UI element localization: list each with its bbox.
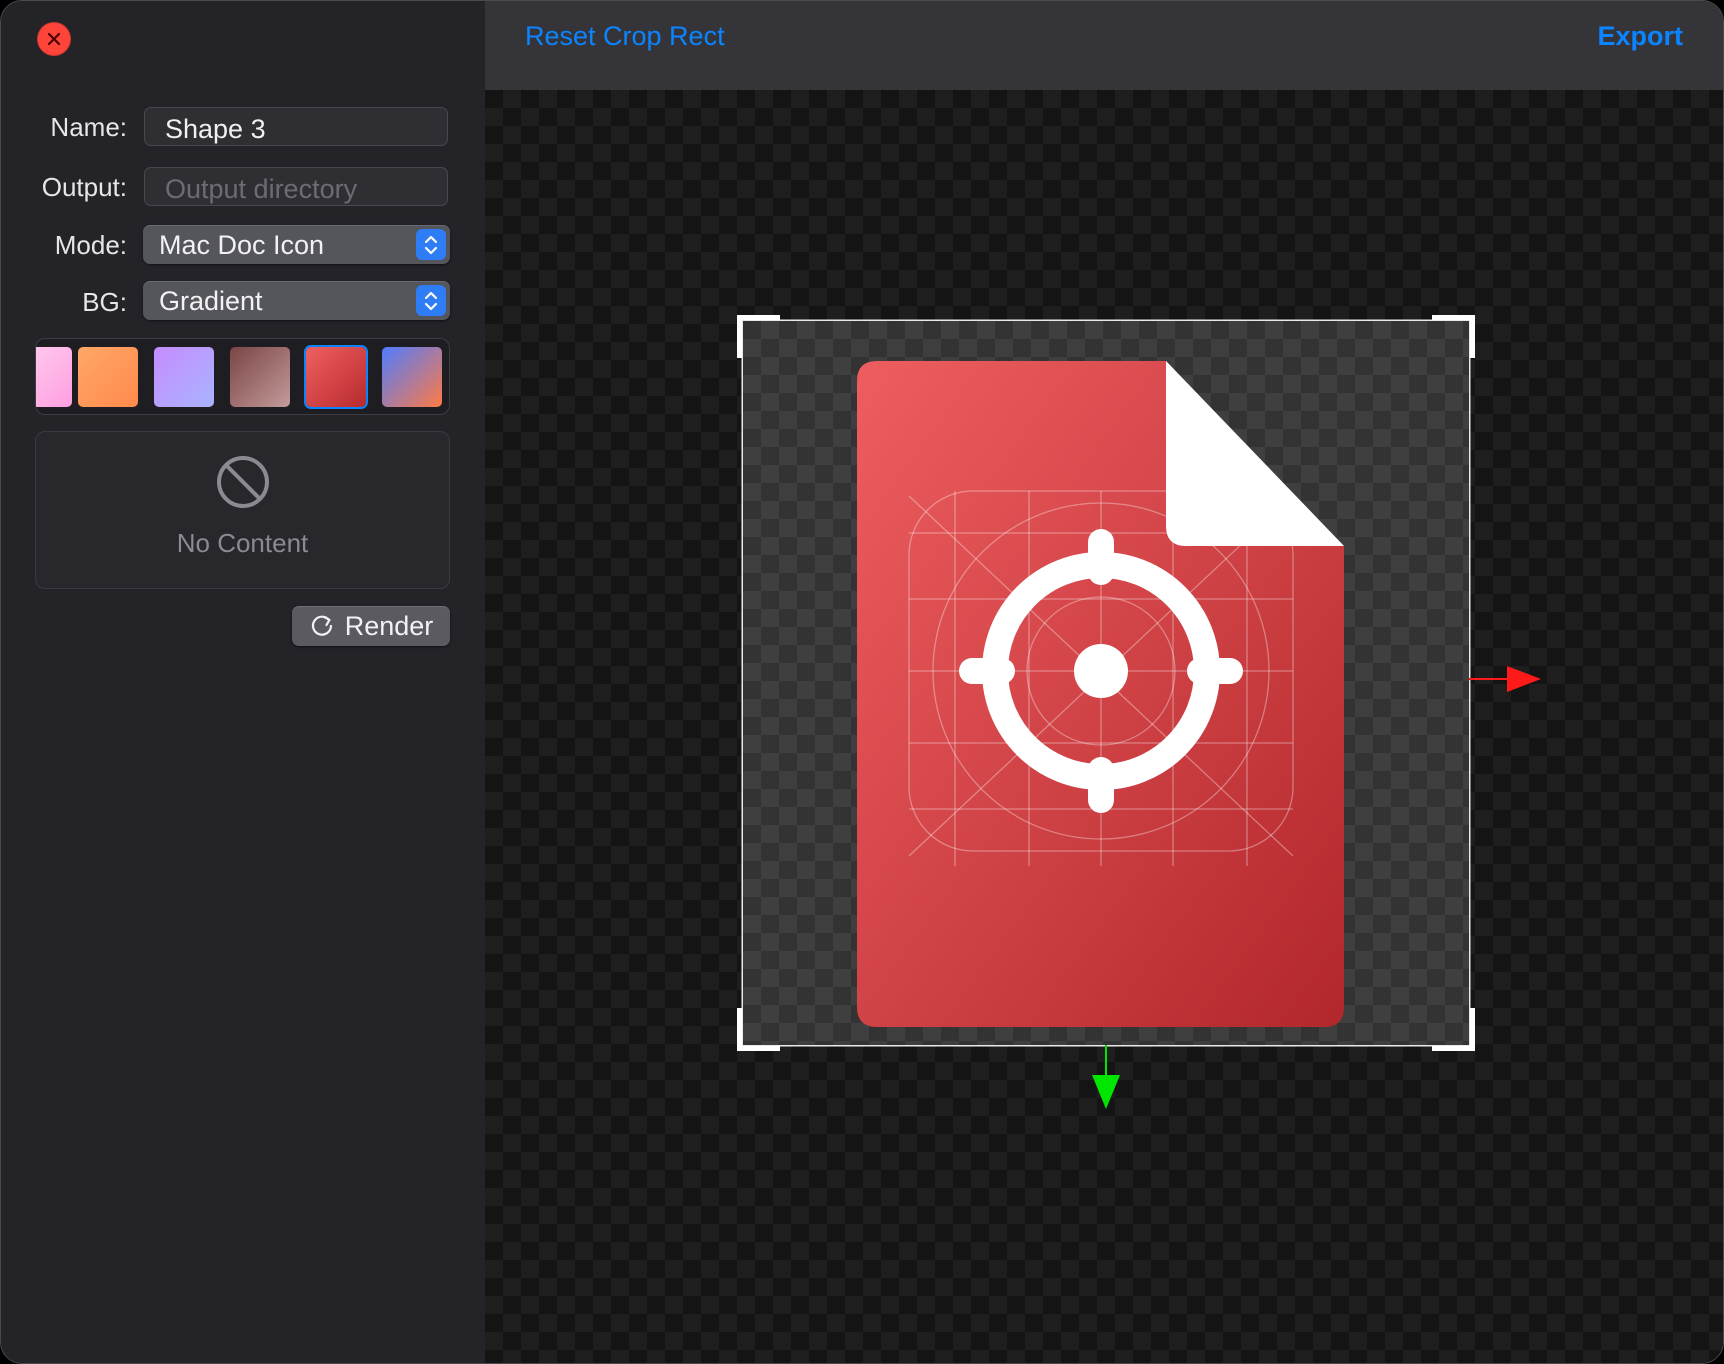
chevron-up-down-icon [424, 235, 438, 254]
crop-rect[interactable] [737, 315, 1475, 1051]
export-button[interactable]: Export [1597, 21, 1683, 52]
close-button[interactable] [37, 22, 71, 56]
bg-label: BG: [82, 287, 127, 317]
reset-crop-rect-button[interactable]: Reset Crop Rect [525, 21, 725, 52]
gradient-swatch-blue-orange[interactable] [382, 347, 442, 407]
bg-popup[interactable]: Gradient [143, 281, 450, 320]
toolbar: Reset Crop Rect Export [485, 1, 1723, 90]
mode-stepper [416, 229, 446, 260]
bg-stepper [416, 285, 446, 316]
close-icon [47, 32, 61, 46]
prohibited-icon [217, 456, 269, 508]
name-field[interactable] [144, 107, 448, 146]
bg-popup-value: Gradient [159, 286, 263, 316]
chevron-up-down-icon [424, 291, 438, 310]
x-axis-handle-arrow-icon[interactable] [1469, 664, 1549, 694]
gradient-swatch-lavender[interactable] [154, 347, 214, 407]
y-axis-handle-arrow-icon[interactable] [1088, 1045, 1124, 1117]
mode-label: Mode: [54, 230, 127, 260]
sidebar: Name: Output: Mode: Mac Doc Icon BG: Gra… [1, 1, 485, 1363]
gradient-swatch-pink[interactable] [36, 347, 72, 407]
gradient-swatch-red[interactable] [306, 347, 366, 407]
app-window: Name: Output: Mode: Mac Doc Icon BG: Gra… [0, 0, 1724, 1364]
mode-popup[interactable]: Mac Doc Icon [143, 225, 450, 264]
render-button[interactable]: Render [292, 606, 450, 646]
refresh-icon [311, 615, 332, 636]
gradient-swatch-orange[interactable] [78, 347, 138, 407]
preview-box: No Content [35, 431, 450, 589]
mode-popup-value: Mac Doc Icon [159, 230, 325, 260]
canvas[interactable] [485, 90, 1723, 1363]
render-button-label: Render [344, 610, 434, 641]
gradient-swatch-mauve[interactable] [230, 347, 290, 407]
name-label: Name: [50, 112, 127, 142]
output-label: Output: [41, 172, 127, 202]
output-directory-field[interactable] [144, 167, 448, 206]
document-crosshair-icon [857, 361, 1344, 1027]
gradient-swatch-strip[interactable] [35, 338, 450, 415]
no-content-label: No Content [176, 528, 309, 558]
